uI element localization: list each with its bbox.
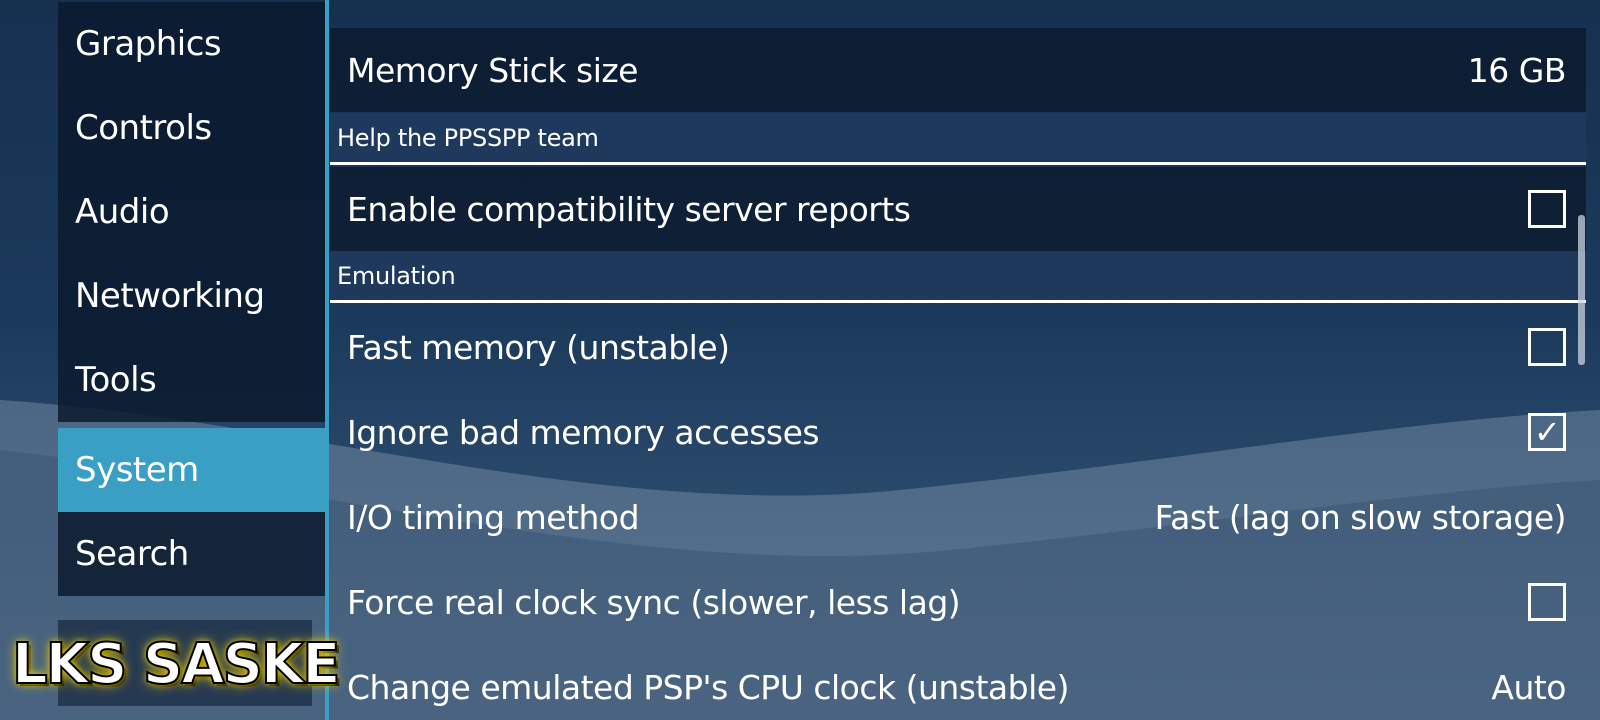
setting-label: Memory Stick size <box>347 50 638 90</box>
checkbox[interactable] <box>1528 190 1566 228</box>
setting-label: Ignore bad memory accesses <box>347 412 820 452</box>
section-header-label: Help the PPSSPP team <box>337 123 599 152</box>
sidebar-item-search[interactable]: Search <box>58 512 325 596</box>
sidebar-item-audio[interactable]: Audio <box>58 170 325 254</box>
checkbox-checked[interactable]: ✓ <box>1528 413 1566 451</box>
sidebar-item-controls[interactable]: Controls <box>58 86 325 170</box>
settings-list: Memory Stick size 16 GB Help the PPSSPP … <box>330 0 1586 720</box>
setting-row-ignore-bad-memory[interactable]: Ignore bad memory accesses ✓ <box>330 390 1586 474</box>
sidebar-item-tools[interactable]: Tools <box>58 338 325 422</box>
setting-label: Fast memory (unstable) <box>347 327 730 367</box>
setting-label: Enable compatibility server reports <box>347 189 911 229</box>
sidebar-item-label: Tools <box>75 360 157 400</box>
sidebar-item-networking[interactable]: Networking <box>58 254 325 338</box>
sidebar-item-label: Networking <box>75 276 265 316</box>
sidebar-divider <box>325 0 329 720</box>
setting-value: 16 GB <box>1467 50 1567 90</box>
sidebar-item-graphics[interactable]: Graphics <box>58 2 325 86</box>
checkmark-icon: ✓ <box>1533 413 1561 451</box>
setting-label: I/O timing method <box>347 497 640 537</box>
checkbox[interactable] <box>1528 328 1566 366</box>
sidebar-item-label: System <box>75 450 199 490</box>
sidebar-item-label: Graphics <box>75 24 222 64</box>
sidebar-item-label: Audio <box>75 192 170 232</box>
section-header-help: Help the PPSSPP team <box>330 113 1586 165</box>
checkbox[interactable] <box>1528 583 1566 621</box>
sidebar: Graphics Controls Audio Networking Tools… <box>58 0 325 720</box>
setting-row-memory-stick-size[interactable]: Memory Stick size 16 GB <box>330 28 1586 112</box>
setting-label: Change emulated PSP's CPU clock (unstabl… <box>347 667 1069 707</box>
setting-row-force-clock-sync[interactable]: Force real clock sync (slower, less lag) <box>330 560 1586 644</box>
sidebar-item-label: Controls <box>75 108 212 148</box>
setting-row-compat-reports[interactable]: Enable compatibility server reports <box>330 167 1586 251</box>
setting-row-cpu-clock[interactable]: Change emulated PSP's CPU clock (unstabl… <box>330 645 1586 720</box>
watermark: LKS SASKE <box>11 631 342 698</box>
section-header-emulation: Emulation <box>330 251 1586 303</box>
sidebar-item-system[interactable]: System <box>58 428 325 512</box>
scrollbar[interactable] <box>1578 215 1585 365</box>
setting-row-io-timing[interactable]: I/O timing method Fast (lag on slow stor… <box>330 475 1586 559</box>
setting-value: Fast (lag on slow storage) <box>1154 497 1567 537</box>
setting-value: Auto <box>1491 667 1566 707</box>
setting-label: Force real clock sync (slower, less lag) <box>347 582 961 622</box>
section-header-label: Emulation <box>337 261 456 290</box>
sidebar-item-label: Search <box>75 534 189 574</box>
setting-row-fast-memory[interactable]: Fast memory (unstable) <box>330 305 1586 389</box>
